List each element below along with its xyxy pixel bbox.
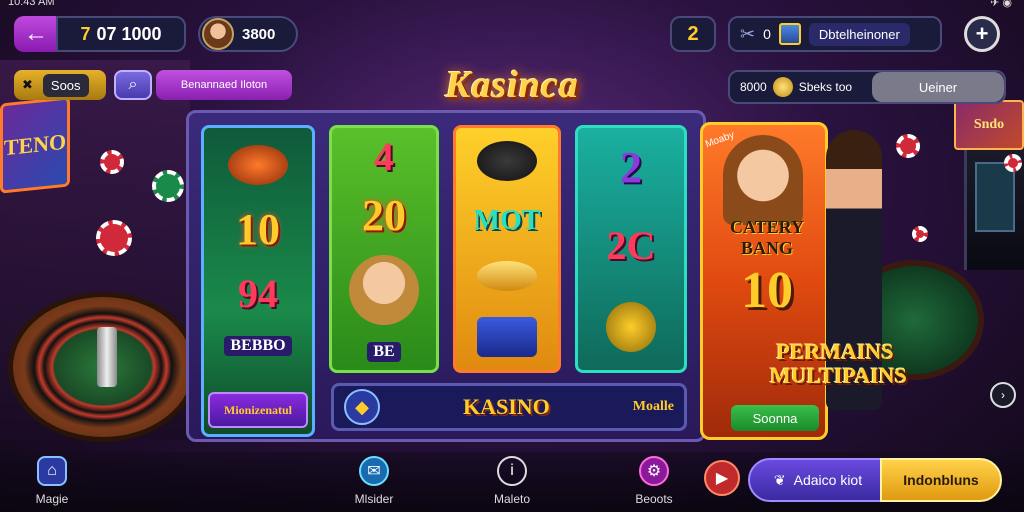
- game-tile-4[interactable]: 2 2C: [575, 125, 687, 373]
- card-play-button[interactable]: Soonna: [731, 405, 819, 431]
- machine-screen: [975, 162, 1015, 232]
- reel-symbol: 20: [362, 190, 406, 240]
- reel-word: BE: [367, 341, 401, 362]
- right-info-button[interactable]: Ueiner: [872, 72, 1004, 102]
- gear-icon: ⚙: [639, 456, 669, 486]
- card-number: 10: [741, 262, 793, 319]
- chest-icon: [778, 23, 801, 45]
- reel-symbol: 10: [236, 204, 280, 254]
- tools-icon: ✂: [740, 23, 756, 44]
- chevron-right-icon: ›: [1001, 388, 1005, 402]
- play-button[interactable]: ▶: [704, 460, 740, 496]
- poker-chip-icon: [152, 170, 184, 202]
- tools-bar[interactable]: ✂ 0 Dbtelheinoner: [728, 16, 942, 52]
- card-portrait: [723, 135, 803, 225]
- card-title: CATERY BANG: [729, 217, 805, 258]
- info-icon: i: [497, 456, 527, 486]
- nav-info-label: Maleto: [493, 492, 531, 506]
- profile-button[interactable]: 3800: [198, 16, 298, 52]
- poker-chip-icon: [896, 134, 920, 158]
- game-logo: Kasinca: [445, 64, 579, 106]
- portrait-icon: [349, 254, 419, 325]
- reel-word: BEBBO: [224, 336, 292, 357]
- right-coins: 8000: [740, 80, 767, 94]
- nav-mail[interactable]: ✉ Mlsider: [334, 456, 414, 506]
- gift-button[interactable]: 2: [670, 16, 716, 52]
- promo-button[interactable]: Benannaed Iloton: [156, 70, 292, 100]
- tools-label[interactable]: Dbtelheinoner: [808, 22, 910, 46]
- game-tile-3[interactable]: MOT: [453, 125, 561, 373]
- background-right-sign: Sndo: [954, 100, 1024, 150]
- secondary-action-button[interactable]: Indonbluns: [880, 458, 1002, 502]
- coin-balance-value: 07 1000: [96, 23, 162, 44]
- bell-icon: [477, 141, 537, 181]
- neon-sign-text: TENO: [3, 128, 67, 161]
- poker-chip-icon: [100, 150, 124, 174]
- coin-balance-accent: 7: [80, 23, 91, 44]
- tools-x-icon: ✖: [22, 77, 33, 92]
- nav-info[interactable]: i Maleto: [472, 456, 552, 506]
- primary-action-button[interactable]: ❦ Adaico kiot: [748, 458, 888, 502]
- coin-icon: [772, 77, 793, 97]
- search-button[interactable]: ⌕: [114, 70, 152, 100]
- back-button[interactable]: ←: [14, 16, 58, 52]
- status-time: 10:43 AM: [8, 0, 55, 8]
- wave-icon: ❦: [773, 471, 786, 488]
- banana-icon: [477, 261, 537, 291]
- avatar: [202, 18, 234, 50]
- diamond-icon: ◆: [344, 389, 380, 425]
- add-button[interactable]: +: [964, 16, 1000, 52]
- game-tile-1[interactable]: 10 94 BEBBO Mionizenatul: [201, 125, 315, 437]
- right-sign-text: Sndo: [973, 117, 1005, 132]
- coin-balance[interactable]: 7 07 1000: [56, 16, 186, 52]
- promo-line-2: MULTIPAINS: [770, 363, 907, 389]
- reel-symbol: 4: [374, 133, 394, 179]
- search-icon: ⌕: [128, 76, 138, 93]
- tools-count: 0: [763, 26, 771, 42]
- home-icon: ⌂: [37, 456, 67, 486]
- poker-chip-icon: [912, 226, 928, 242]
- promo-banner-text: PERMAINS MULTIPAINS: [770, 339, 907, 389]
- promo-label: Benannaed Iloton: [180, 79, 268, 91]
- plus-icon: +: [975, 21, 989, 46]
- nav-mail-label: Mlsider: [354, 492, 394, 506]
- status-icons: ✈ ◉: [990, 0, 1012, 9]
- back-arrow-icon: ←: [24, 20, 48, 47]
- background-neon-sign: TENO: [0, 96, 70, 194]
- promo-line-1: PERMAINS: [776, 339, 894, 364]
- slots-panel: 10 94 BEBBO Mionizenatul 4 20 BE MOT 2 2…: [186, 110, 706, 442]
- reel-footer-bar: ◆ KASINO Moalle: [331, 383, 687, 431]
- profile-value: 3800: [242, 25, 276, 43]
- bonus-label: Soos: [42, 73, 89, 97]
- right-text: Sbeks too: [798, 80, 853, 94]
- secondary-action-label: Indonbluns: [903, 472, 979, 488]
- nav-settings[interactable]: ⚙ Beoots: [614, 456, 694, 506]
- gift-icon: 2: [687, 22, 699, 45]
- reel-symbol: 2: [620, 143, 642, 192]
- poker-chip-icon: [96, 220, 132, 256]
- nav-home-label: Magie: [35, 492, 69, 506]
- right-info-bar: 8000 Sbeks too Ueiner: [728, 70, 1006, 104]
- reel-footer-title: KASINO: [462, 394, 550, 419]
- roulette-hub: [97, 327, 117, 387]
- game-tile-2[interactable]: 4 20 BE: [329, 125, 439, 373]
- play-icon: ▶: [715, 470, 729, 487]
- reel-symbol: 94: [238, 270, 278, 316]
- reel-symbol: 2C: [606, 223, 656, 268]
- mail-icon: ✉: [359, 456, 389, 486]
- nav-settings-label: Beoots: [635, 492, 673, 506]
- featured-game-card[interactable]: Moaby CATERY BANG 10 Soonna: [700, 122, 828, 440]
- fruit-icon: [606, 302, 656, 352]
- reel-symbol: MOT: [473, 205, 541, 236]
- flag-icon: [477, 317, 537, 357]
- bell-icon: [228, 145, 288, 186]
- bonus-button[interactable]: ✖ Soos: [14, 70, 106, 100]
- roulette-wheel: [8, 292, 198, 442]
- poker-chip-icon: [1004, 154, 1022, 172]
- reel-footer-end: Moalle: [632, 399, 674, 414]
- reel-footer-label: Mionizenatul: [208, 392, 308, 428]
- primary-action-label: Adaico kiot: [793, 472, 863, 488]
- side-arrow-button[interactable]: ›: [990, 382, 1016, 408]
- nav-home[interactable]: ⌂ Magie: [12, 456, 92, 506]
